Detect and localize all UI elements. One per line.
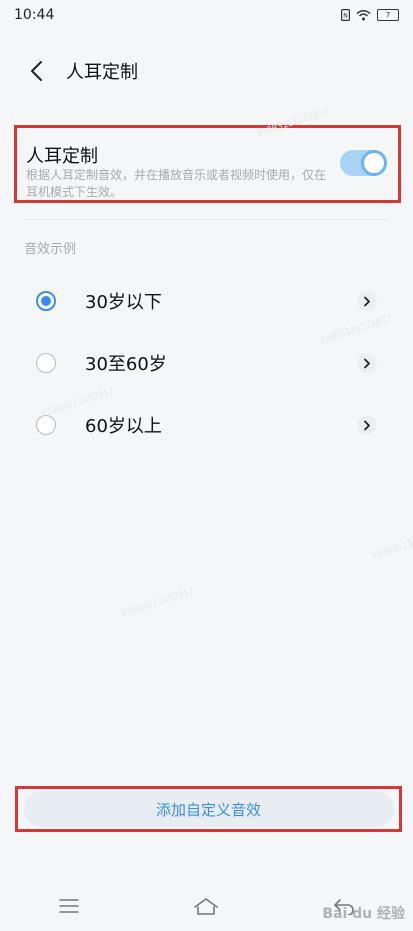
page-title: 人耳定制	[66, 62, 138, 83]
radio-selected-icon[interactable]	[36, 291, 56, 311]
status-icons: N 7	[341, 6, 399, 25]
section-header: 音效示例	[24, 242, 77, 257]
status-time: 10:44	[14, 7, 55, 23]
ear-custom-toggle-section: 人耳定制 根据人耳定制音效，并在播放音乐或者视频时使用，仅在耳机模式下生效。	[14, 125, 401, 203]
divider	[24, 219, 389, 220]
radio-unselected-icon[interactable]	[36, 353, 56, 373]
wifi-icon	[356, 6, 371, 25]
menu-icon	[59, 899, 79, 913]
watermark: V1003111222817	[370, 528, 413, 562]
option-label: 30至60岁	[85, 354, 167, 375]
home-icon	[194, 898, 219, 915]
toggle-knob	[361, 150, 387, 176]
back-button[interactable]	[10, 50, 62, 92]
svg-text:N: N	[343, 12, 348, 19]
option-under-30[interactable]: 30岁以下	[0, 270, 413, 332]
header: 人耳定制	[0, 50, 413, 92]
option-label: 60岁以上	[85, 416, 162, 437]
sound-effect-options: 30岁以下 30至60岁 60岁以上	[0, 270, 413, 456]
chevron-right-icon[interactable]	[357, 353, 377, 373]
add-custom-section: 添加自定义音效	[15, 786, 402, 832]
baidu-watermark-logo: Bai du 经验	[322, 906, 405, 922]
add-custom-sound-button[interactable]: 添加自定义音效	[23, 791, 394, 827]
toggle-description: 根据人耳定制音效，并在播放音乐或者视频时使用，仅在耳机模式下生效。	[26, 168, 327, 199]
watermark: V1003111222817	[120, 586, 196, 620]
chevron-left-icon	[31, 61, 42, 81]
chevron-right-icon[interactable]	[357, 415, 377, 435]
menu-button[interactable]	[39, 886, 99, 926]
status-bar: 10:44 N 7	[0, 0, 413, 30]
option-label: 30岁以下	[85, 292, 162, 313]
chevron-right-icon[interactable]	[357, 291, 377, 311]
screen: 10:44 N 7 人耳定制 人耳定制 根据人耳定制音效，并在播放音乐或者视频时…	[0, 0, 413, 931]
battery-icon: 7	[377, 9, 399, 21]
home-button[interactable]	[176, 886, 236, 926]
option-30-to-60[interactable]: 30至60岁	[0, 332, 413, 394]
ear-custom-toggle-switch[interactable]	[340, 150, 387, 176]
sim-icon: N	[341, 6, 351, 25]
toggle-title: 人耳定制	[26, 146, 98, 167]
